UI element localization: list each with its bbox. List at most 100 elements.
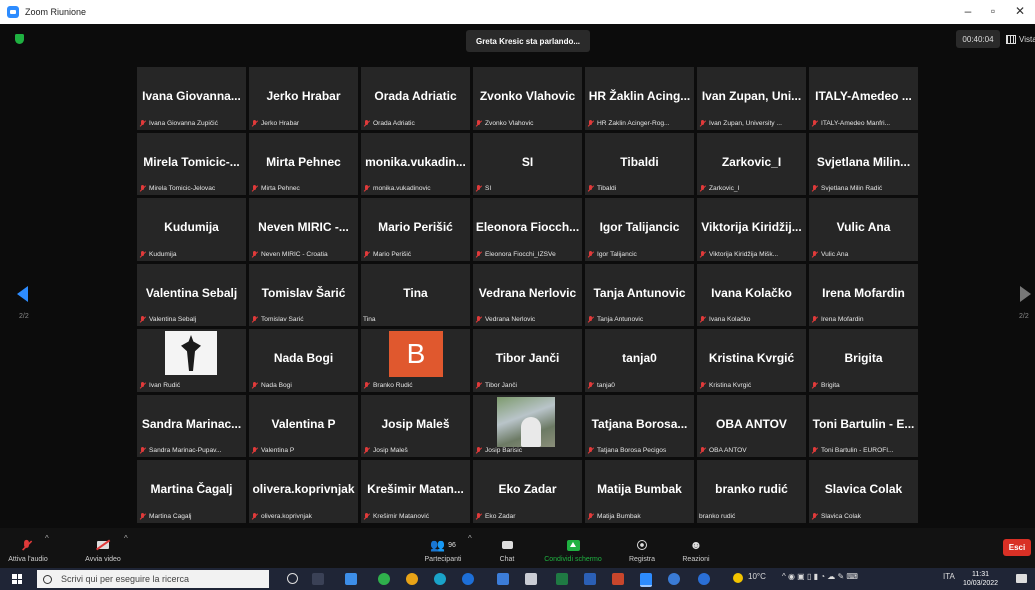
- participant-tile[interactable]: Mirta Pehnec Mirta Pehnec: [249, 132, 358, 195]
- audio-options-caret-icon[interactable]: ^: [45, 534, 49, 543]
- participant-tile[interactable]: Igor Talijancic Igor Talijancic: [585, 198, 694, 261]
- participant-tile[interactable]: Irena Mofardin Irena Mofardin: [809, 263, 918, 326]
- participant-tile[interactable]: B Branko Rudić: [361, 329, 470, 392]
- word-icon[interactable]: [584, 573, 596, 585]
- participant-tile[interactable]: Vedrana Nerlovic Vedrana Nerlovic: [473, 263, 582, 326]
- reactions-button[interactable]: ☻ Reazioni: [676, 528, 716, 568]
- notification-center-icon[interactable]: [1016, 574, 1027, 583]
- participant-display-name: Zarkovic_I: [721, 154, 782, 169]
- maximize-button[interactable]: ▫: [983, 4, 1003, 18]
- participant-tile[interactable]: Toni Bartulin - E... Toni Bartulin - EURO…: [809, 394, 918, 457]
- zoom-taskbar-icon[interactable]: [640, 573, 652, 587]
- participant-tile[interactable]: Kudumija Kudumija: [137, 198, 246, 261]
- participant-tile[interactable]: Svjetlana Milin... Svjetlana Milin Radić: [809, 132, 918, 195]
- taskbar-clock[interactable]: 11:31 10/03/2022: [963, 570, 998, 588]
- participant-tile[interactable]: Brigita Brigita: [809, 329, 918, 392]
- participant-name-text: Krešimir Matanović: [373, 512, 430, 520]
- view-button[interactable]: Vista: [1006, 30, 1035, 48]
- windows-start-icon[interactable]: [12, 574, 22, 584]
- participant-tile[interactable]: monika.vukadin... monika.vukadinovic: [361, 132, 470, 195]
- input-language[interactable]: ITA: [943, 572, 955, 581]
- participant-tile[interactable]: ITALY-Amedeo ... ITALY-Amedeo Manfri...: [809, 67, 918, 130]
- participant-tile[interactable]: Tatjana Borosa... Tatjana Borosa Pecigos: [585, 394, 694, 457]
- participant-tile[interactable]: Eleonora Fiocch... Eleonora Fiocchi_IZSVe: [473, 198, 582, 261]
- participant-tile[interactable]: Josip Maleš Josip Maleš: [361, 394, 470, 457]
- participant-tile[interactable]: Orada Adriatic Orada Adriatic: [361, 67, 470, 130]
- previous-page-arrow-icon[interactable]: [17, 286, 28, 302]
- task-view-icon[interactable]: [312, 573, 324, 585]
- participant-name-text: Zvonko Vlahovic: [485, 119, 534, 127]
- powerpoint-icon[interactable]: [612, 573, 624, 585]
- muted-mic-icon: [251, 250, 258, 258]
- taskbar-search-box[interactable]: Scrivi qui per eseguire la ricerca: [37, 570, 269, 588]
- participant-tile[interactable]: branko rudić branko rudić: [697, 460, 806, 523]
- participant-tile[interactable]: Vulic Ana Vulic Ana: [809, 198, 918, 261]
- excel-icon[interactable]: [556, 573, 568, 585]
- close-button[interactable]: ✕: [1010, 4, 1030, 18]
- calculator-icon[interactable]: [525, 573, 537, 585]
- participant-tile[interactable]: Valentina Sebalj Valentina Sebalj: [137, 263, 246, 326]
- weather-temperature[interactable]: 10°C: [748, 572, 766, 581]
- participant-name-text: Igor Talijancic: [597, 250, 637, 258]
- cortana-icon[interactable]: [287, 573, 298, 584]
- file-explorer-icon[interactable]: [345, 573, 357, 585]
- participant-tile[interactable]: Mirela Tomicic-... Mirela Tomicic-Jelovac: [137, 132, 246, 195]
- participant-name-label: Neven MIRIC - Croatia: [251, 250, 356, 258]
- participant-tile[interactable]: Tanja Antunovic Tanja Antunovic: [585, 263, 694, 326]
- chrome-icon[interactable]: [406, 573, 418, 585]
- participant-tile[interactable]: Eko Zadar Eko Zadar: [473, 460, 582, 523]
- participant-tile[interactable]: HR Žaklin Acing... HR Žaklin Acinger-Rog.…: [585, 67, 694, 130]
- help-icon[interactable]: [698, 573, 710, 585]
- participant-tile[interactable]: Ivana Giovanna... Ivana Giovanna Zupičić: [137, 67, 246, 130]
- chat-button[interactable]: Chat: [492, 528, 522, 568]
- participant-tile[interactable]: Sandra Marinac... Sandra Marinac-Pupav...: [137, 394, 246, 457]
- participant-tile[interactable]: Tomislav Šarić Tomislav Šarić: [249, 263, 358, 326]
- participants-options-caret-icon[interactable]: ^: [468, 534, 472, 543]
- participant-tile[interactable]: Josip Barisic: [473, 394, 582, 457]
- video-options-caret-icon[interactable]: ^: [124, 534, 128, 543]
- edge-icon[interactable]: [434, 573, 446, 585]
- participant-tile[interactable]: Neven MIRIC -... Neven MIRIC - Croatia: [249, 198, 358, 261]
- participant-tile[interactable]: Zarkovic_I Zarkovic_I: [697, 132, 806, 195]
- participant-tile[interactable]: Ivan Rudić: [137, 329, 246, 392]
- participant-tile[interactable]: Ivana Kolačko Ivana Kolačko: [697, 263, 806, 326]
- participant-tile[interactable]: olivera.koprivnjak olivera.koprivnjak: [249, 460, 358, 523]
- participant-tile[interactable]: Mario Perišić Mario Perišić: [361, 198, 470, 261]
- participant-tile[interactable]: Ivan Zupan, Uni... Ivan Zupan, University…: [697, 67, 806, 130]
- app-green-icon[interactable]: [378, 573, 390, 585]
- participant-tile[interactable]: Tibaldi Tibaldi: [585, 132, 694, 195]
- participants-label: Partecipanti: [424, 556, 462, 563]
- participant-tile[interactable]: Krešimir Matan... Krešimir Matanović: [361, 460, 470, 523]
- app-circle-icon[interactable]: [668, 573, 680, 585]
- participant-tile[interactable]: Martina Čagalj Martina Čagalj: [137, 460, 246, 523]
- participant-tile[interactable]: Nada Bogi Nada Bogi: [249, 329, 358, 392]
- next-page-arrow-icon[interactable]: [1020, 286, 1031, 302]
- muted-mic-icon: [139, 185, 146, 192]
- minimize-button[interactable]: –: [958, 4, 978, 18]
- participant-display-name: Tatjana Borosa...: [591, 416, 688, 431]
- participant-tile[interactable]: SI SI: [473, 132, 582, 195]
- start-video-button[interactable]: Avvia video: [78, 528, 128, 568]
- participant-name-text: olivera.koprivnjak: [261, 512, 312, 520]
- participant-tile[interactable]: Matija Bumbak Matija Bumbak: [585, 460, 694, 523]
- participant-tile[interactable]: Tina Tina: [361, 263, 470, 326]
- participant-name-text: Eleonora Fiocchi_IZSVe: [485, 250, 556, 258]
- app-blue-icon[interactable]: [462, 573, 474, 585]
- participant-tile[interactable]: Viktorija Kiridžij... Viktorija Kiridžija…: [697, 198, 806, 261]
- participant-tile[interactable]: Jerko Hrabar Jerko Hrabar: [249, 67, 358, 130]
- unmute-audio-button[interactable]: Attiva l'audio: [8, 528, 48, 568]
- participant-tile[interactable]: Slavica Colak Slavica Colak: [809, 460, 918, 523]
- record-button[interactable]: Registra: [622, 528, 662, 568]
- app-image-icon[interactable]: [497, 573, 509, 585]
- security-shield-icon[interactable]: [15, 34, 24, 44]
- participants-button[interactable]: 👥 96 Partecipanti: [418, 528, 468, 568]
- share-screen-button[interactable]: Condividi schermo: [537, 528, 609, 568]
- participant-tile[interactable]: tanja0 tanja0: [585, 329, 694, 392]
- participant-tile[interactable]: Tibor Janči Tibor Janči: [473, 329, 582, 392]
- leave-meeting-button[interactable]: Esci: [1003, 539, 1031, 556]
- participant-tile[interactable]: Valentina P Valentina P: [249, 394, 358, 457]
- participant-tile[interactable]: Zvonko Vlahovic Zvonko Vlahovic: [473, 67, 582, 130]
- tray-icons[interactable]: ^ ◉ ▣ ▯ ▮ ◔ ☁ ✎ ⌨: [782, 572, 858, 581]
- participant-tile[interactable]: Kristina Kvrgić Kristina Kvrgić: [697, 329, 806, 392]
- participant-tile[interactable]: OBA ANTOV OBA ANTOV: [697, 394, 806, 457]
